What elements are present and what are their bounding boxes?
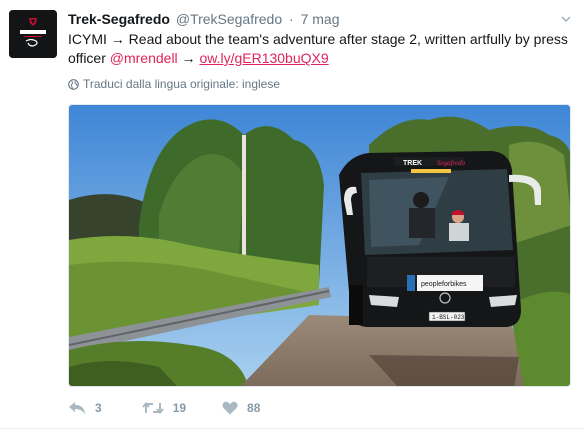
license-plate-text: 1-BSL-023 [432, 314, 465, 321]
tweet-actions: 3 19 88 [68, 398, 260, 418]
reply-icon [69, 402, 85, 414]
reply-button[interactable]: 3 [68, 401, 102, 415]
bus-panel-text: peopleforbikes [421, 281, 467, 288]
translate-link[interactable]: Traduci dalla lingua originale: inglese [68, 76, 280, 92]
translate-label: Traduci dalla lingua originale: inglese [83, 77, 281, 91]
heart-icon [222, 401, 238, 415]
tweet[interactable]: Trek-Segafredo @TrekSegafredo · 7 mag IC… [0, 0, 583, 432]
url-link[interactable]: ow.ly/gER130buQX9 [199, 50, 328, 66]
avatar[interactable] [9, 10, 57, 58]
like-count: 88 [247, 401, 261, 415]
retweet-button[interactable]: 19 [141, 401, 187, 415]
separator: · [289, 11, 294, 27]
reply-count: 3 [95, 401, 102, 415]
like-button[interactable]: 88 [222, 401, 260, 415]
globe-icon [68, 78, 79, 90]
chevron-down-icon[interactable] [559, 12, 573, 26]
retweet-count: 19 [172, 401, 187, 415]
mention-link[interactable]: @mrendell [110, 50, 178, 66]
screen-name[interactable]: @TrekSegafredo [176, 11, 282, 27]
trek-segafredo-logo [9, 10, 57, 58]
tweet-text: ICYMI → Read about the team's adventure … [68, 30, 568, 68]
bus-sponsor-text: Segafredo [437, 159, 466, 167]
tweet-photo[interactable]: TREK Segafredo peopleforbikes 1-BSL-023 [68, 104, 571, 387]
retweet-icon [141, 401, 164, 415]
tweet-header: Trek-Segafredo @TrekSegafredo · 7 mag [68, 10, 340, 28]
timestamp[interactable]: 7 mag [301, 11, 340, 27]
display-name[interactable]: Trek-Segafredo [68, 11, 170, 27]
tweet-arrow: → [177, 50, 200, 66]
photo-image: TREK Segafredo peopleforbikes 1-BSL-023 [69, 105, 570, 386]
tweet-divider [0, 428, 583, 429]
bus-brand-text: TREK [403, 160, 422, 167]
